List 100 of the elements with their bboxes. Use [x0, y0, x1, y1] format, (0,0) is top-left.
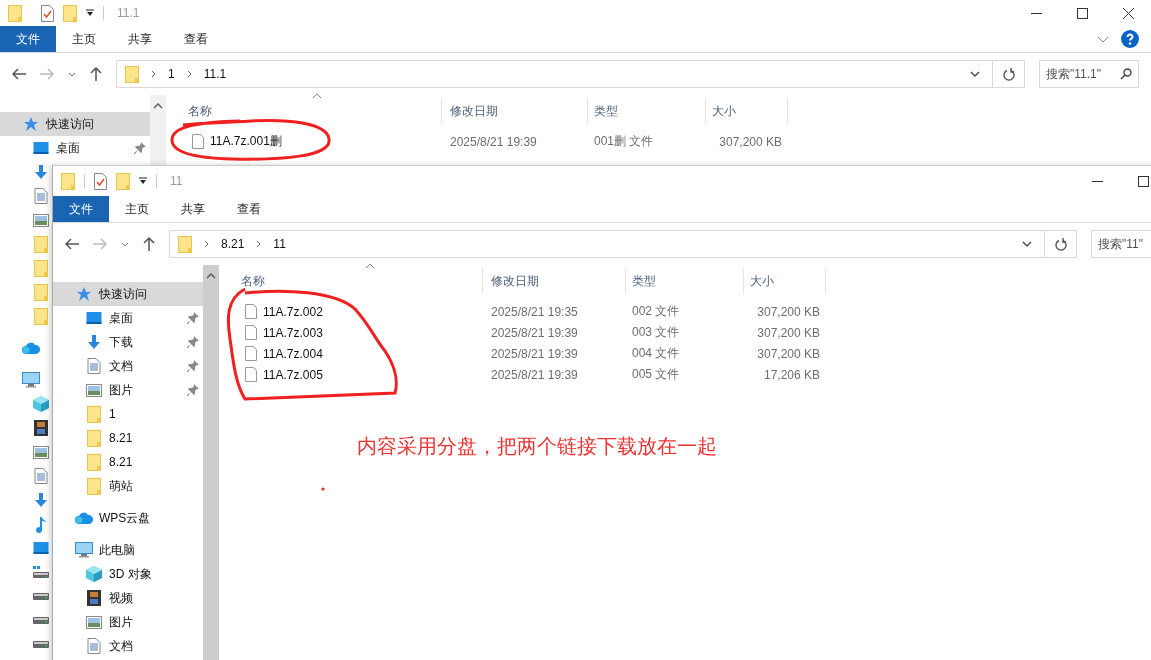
- cloud-icon: [75, 512, 93, 524]
- file-name[interactable]: 11A.7z.002: [263, 304, 323, 319]
- minimize-icon: [1030, 12, 1042, 14]
- cube-icon: [33, 396, 49, 412]
- nav-item[interactable]: 8.21: [53, 450, 203, 474]
- ribbon-tab[interactable]: 主页: [109, 196, 165, 222]
- scroll-up-icon[interactable]: [206, 273, 216, 279]
- modified-date: 2025/8/21 19:35: [491, 304, 578, 319]
- column-header[interactable]: 名称: [225, 268, 483, 294]
- ribbon-tab[interactable]: 文件: [53, 196, 109, 222]
- help-icon[interactable]: [1121, 30, 1139, 48]
- chevron-right-icon: [151, 70, 156, 78]
- nav-item[interactable]: 下载: [53, 330, 203, 354]
- film-icon: [34, 420, 48, 436]
- scrollbar[interactable]: [150, 95, 166, 165]
- nav-item[interactable]: 桌面: [0, 136, 150, 160]
- scroll-up-icon[interactable]: [153, 103, 163, 109]
- breadcrumb-item[interactable]: 1: [168, 67, 175, 81]
- ribbon-tab[interactable]: 查看: [221, 196, 277, 222]
- close-icon: [1122, 7, 1134, 19]
- ribbon-tab[interactable]: 共享: [112, 26, 168, 52]
- up-arrow-icon[interactable]: [143, 237, 155, 251]
- address-bar[interactable]: 1 11.1: [116, 60, 1025, 88]
- recent-caret-icon[interactable]: [121, 241, 129, 247]
- ribbon-tab[interactable]: 查看: [168, 26, 224, 52]
- file-name[interactable]: 11A.7z.004: [263, 346, 323, 361]
- back-arrow-icon[interactable]: [12, 68, 26, 80]
- up-arrow-icon[interactable]: [90, 67, 102, 81]
- drive-icon: [33, 640, 49, 648]
- nav-item[interactable]: 此电脑: [53, 538, 203, 562]
- nav-item[interactable]: 桌面: [53, 306, 203, 330]
- download-icon: [86, 334, 102, 350]
- file-icon: [245, 304, 257, 319]
- folder-icon: [87, 429, 101, 447]
- document-icon: [87, 638, 101, 654]
- breadcrumb-item[interactable]: 11: [273, 237, 286, 251]
- nav-item[interactable]: 视频: [53, 586, 203, 610]
- nav-item[interactable]: 快速访问: [53, 282, 203, 306]
- nav-item[interactable]: 文档: [53, 634, 203, 658]
- file-icon: [245, 325, 257, 340]
- file-size: 307,200 KB: [757, 304, 820, 319]
- scrollbar[interactable]: [203, 265, 219, 660]
- back-arrow-icon[interactable]: [65, 238, 79, 250]
- nav-item[interactable]: WPS云盘: [53, 506, 203, 530]
- chevron-right-icon: [204, 240, 209, 248]
- nav-item[interactable]: 文档: [53, 354, 203, 378]
- properties-icon[interactable]: [41, 4, 54, 22]
- column-header[interactable]: 名称: [172, 98, 442, 124]
- column-header[interactable]: 类型: [588, 98, 706, 124]
- picture-icon: [86, 383, 102, 397]
- ribbon-tab[interactable]: 文件: [0, 26, 56, 52]
- recent-caret-icon[interactable]: [68, 71, 76, 77]
- column-header[interactable]: 类型: [626, 268, 744, 294]
- breadcrumb-item[interactable]: 8.21: [221, 237, 245, 251]
- folder-icon: [87, 477, 101, 495]
- folder-icon: [34, 235, 48, 253]
- nav-item[interactable]: 图片: [53, 378, 203, 402]
- dropdown-icon[interactable]: [139, 177, 147, 185]
- document-icon: [34, 188, 48, 204]
- minimize-icon: [1091, 180, 1103, 182]
- star-icon: [23, 116, 39, 132]
- search-field[interactable]: 搜索"11.1": [1039, 60, 1139, 88]
- desktop-icon: [33, 141, 49, 155]
- drive-icon: [33, 616, 49, 624]
- computer-icon: [75, 542, 93, 558]
- download-icon: [33, 492, 49, 508]
- modified-date: 2025/8/21 19:39: [491, 346, 578, 361]
- file-type: 003 文件: [632, 324, 680, 341]
- chevron-right-icon: [186, 70, 192, 78]
- dropdown-icon[interactable]: [86, 9, 94, 17]
- document-icon: [34, 468, 48, 484]
- nav-item[interactable]: 萌站: [53, 474, 203, 498]
- file-type: 001删 文件: [594, 133, 654, 150]
- nav-item[interactable]: 8.21: [53, 426, 203, 450]
- ribbon-tab[interactable]: 共享: [165, 196, 221, 222]
- nav-item[interactable]: 图片: [53, 610, 203, 634]
- refresh-icon: [1054, 237, 1067, 251]
- nav-item[interactable]: 1: [53, 402, 203, 426]
- file-size: 17,206 KB: [763, 367, 820, 382]
- nav-item[interactable]: 3D 对象: [53, 562, 203, 586]
- file-type: 005 文件: [632, 366, 680, 383]
- breadcrumb-item[interactable]: 11.1: [203, 67, 227, 81]
- properties-icon[interactable]: [94, 172, 107, 190]
- maximize-icon: [1076, 7, 1088, 19]
- file-name[interactable]: 11A.7z.001删: [210, 133, 282, 150]
- nav-item[interactable]: 快速访问: [0, 112, 150, 136]
- column-header[interactable]: 修改日期: [483, 268, 626, 294]
- address-bar[interactable]: 8.21 11: [169, 230, 1077, 258]
- chevron-down-icon[interactable]: [1022, 241, 1032, 247]
- column-header[interactable]: 大小: [744, 268, 826, 294]
- window-title: 11.1: [117, 6, 140, 20]
- ribbon-tab[interactable]: 主页: [56, 26, 112, 52]
- modified-date: 2025/8/21 19:39: [450, 134, 537, 149]
- column-header[interactable]: 大小: [706, 98, 788, 124]
- refresh-icon: [1002, 67, 1015, 81]
- column-header[interactable]: 修改日期: [442, 98, 588, 124]
- file-name[interactable]: 11A.7z.003: [263, 325, 323, 340]
- file-name[interactable]: 11A.7z.005: [263, 367, 323, 382]
- search-field[interactable]: 搜索"11": [1091, 230, 1151, 258]
- chevron-down-icon[interactable]: [970, 71, 980, 77]
